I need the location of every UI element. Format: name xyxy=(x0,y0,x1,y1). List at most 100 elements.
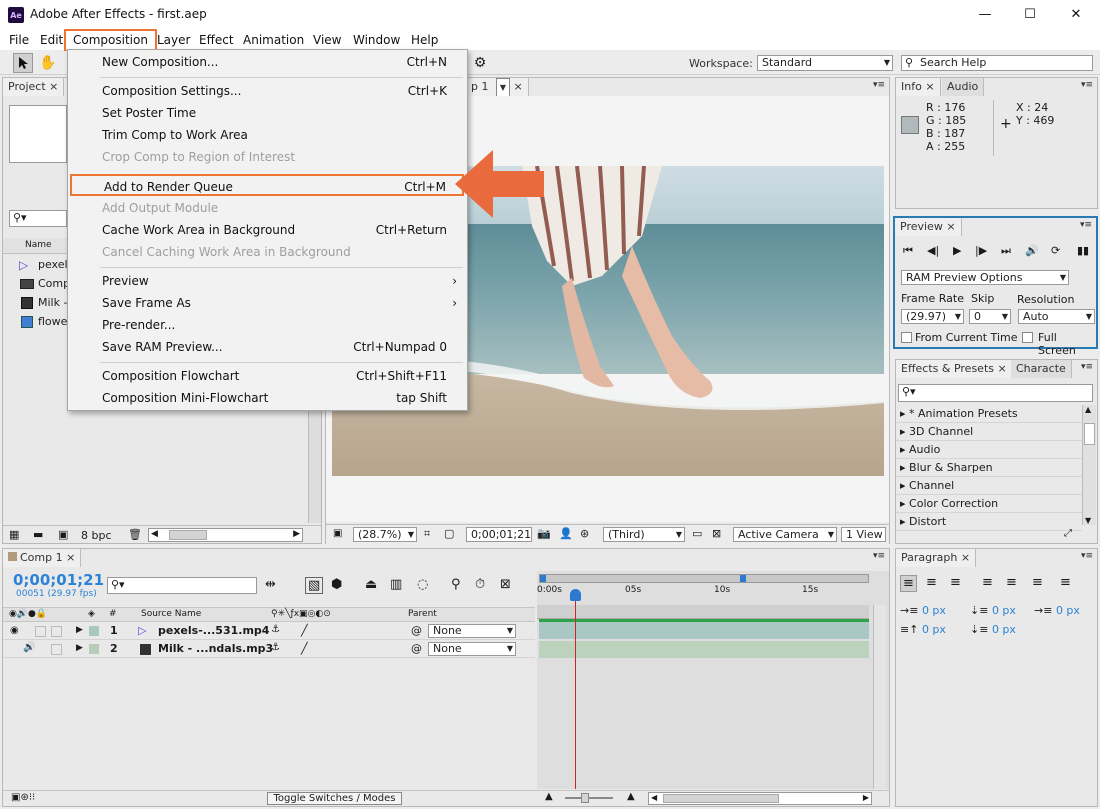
resolution-dropdown[interactable]: (Third) ▼ xyxy=(603,527,685,542)
minimize-button[interactable]: — xyxy=(975,5,995,23)
parent-dropdown[interactable]: None ▼ xyxy=(428,642,516,656)
list-item[interactable]: ▸ Distort xyxy=(896,513,1082,531)
list-item[interactable]: ▸ Channel xyxy=(896,477,1082,495)
menu-item-composition-flowchart[interactable]: Composition Flowchart Ctrl+Shift+F11 xyxy=(68,365,467,387)
maximize-button[interactable]: ☐ xyxy=(1020,5,1040,23)
menu-item-pre-render[interactable]: Pre-render... xyxy=(68,314,467,336)
zoom-dropdown[interactable]: (28.7%) ▼ xyxy=(353,527,417,542)
switch-icon[interactable]: ⚓ xyxy=(271,642,280,653)
effects-vertical-scrollbar[interactable]: ▲ ▼ xyxy=(1082,405,1096,525)
previous-frame-icon[interactable]: ◀| xyxy=(927,244,939,257)
resolution-dropdown[interactable]: Auto ▼ xyxy=(1018,309,1095,324)
folder-icon[interactable]: ▬ xyxy=(33,528,43,541)
live-update-icon[interactable]: ▧ xyxy=(305,577,324,594)
align-left-icon[interactable]: ≡ xyxy=(900,575,917,592)
menu-help[interactable]: Help xyxy=(408,31,441,49)
indent-right[interactable]: →≡ 0 px xyxy=(1034,604,1080,617)
selection-tool-icon[interactable] xyxy=(13,53,33,73)
last-frame-icon[interactable]: ⏭ xyxy=(1001,244,1011,258)
color-channels-icon[interactable]: ⊛ xyxy=(580,527,589,540)
menu-animation[interactable]: Animation xyxy=(240,31,307,49)
auto-keyframe-icon[interactable]: ⏱ xyxy=(475,577,485,592)
timeline-vertical-scrollbar[interactable] xyxy=(873,605,886,789)
panel-menu-icon[interactable]: ▾≡ xyxy=(1081,80,1093,90)
tab-preview[interactable]: Preview × xyxy=(895,218,962,236)
panel-menu-icon[interactable]: ▾≡ xyxy=(1081,551,1093,561)
work-area-bar[interactable] xyxy=(539,574,869,583)
frame-blending-icon[interactable]: ▥ xyxy=(390,577,402,592)
menu-item-save-frame-as[interactable]: Save Frame As › xyxy=(68,292,467,314)
menu-layer[interactable]: Layer xyxy=(154,31,193,49)
layer-bar-video[interactable] xyxy=(539,622,869,639)
list-item[interactable]: ▸ Audio xyxy=(896,441,1082,459)
align-center-icon[interactable]: ≡ xyxy=(926,575,937,590)
hide-shy-layers-icon[interactable]: ⏏ xyxy=(365,577,377,592)
label-color-icon[interactable] xyxy=(89,644,99,654)
list-item[interactable]: Comp xyxy=(19,275,70,293)
list-item[interactable]: ▷ pexels xyxy=(19,256,73,274)
pickwhip-icon[interactable]: @ xyxy=(411,642,422,655)
tab-comp-1[interactable]: Comp 1 × xyxy=(3,549,82,567)
panel-menu-icon[interactable]: ▾≡ xyxy=(873,551,885,561)
transparency-grid-icon[interactable]: ⊠ xyxy=(712,527,721,540)
tab-effects-presets[interactable]: Effects & Presets × xyxy=(896,360,1013,378)
list-item[interactable]: ▸ 3D Channel xyxy=(896,423,1082,441)
layer-switches-icon[interactable]: ▣⊛⁝⁝ xyxy=(11,792,35,803)
new-composition-icon[interactable]: ▣ xyxy=(58,528,68,541)
tab-info[interactable]: Info × xyxy=(896,78,941,96)
ram-preview-icon[interactable]: ▮▮ xyxy=(1077,244,1089,257)
first-frame-icon[interactable]: ⏮ xyxy=(903,244,913,258)
tab-project[interactable]: Project × xyxy=(3,78,65,96)
justify-right-icon[interactable]: ≡ xyxy=(1032,575,1043,590)
brainstorm-icon[interactable]: ⚲ xyxy=(451,577,461,592)
table-row[interactable]: 🔊 ▶ 2 Milk - ...ndals.mp3 ⚓ ╱ @ None ▼ xyxy=(3,641,535,658)
play-icon[interactable]: ▶ xyxy=(953,244,961,257)
menu-item-set-poster-time[interactable]: Set Poster Time xyxy=(68,102,467,124)
menu-item-save-ram-preview[interactable]: Save RAM Preview... Ctrl+Numpad 0 xyxy=(68,336,467,358)
menu-view[interactable]: View xyxy=(310,31,344,49)
parent-dropdown[interactable]: None ▼ xyxy=(428,624,516,638)
tool-icon[interactable]: ⚙ xyxy=(470,53,490,73)
comp-mini-flowchart-icon[interactable]: ⇹ xyxy=(265,577,276,592)
list-item[interactable]: flowe xyxy=(19,313,69,331)
panel-menu-icon[interactable]: ▾≡ xyxy=(1081,362,1093,372)
region-of-interest-icon[interactable]: ▭ xyxy=(692,527,702,540)
layer-bar-audio[interactable] xyxy=(539,641,869,658)
list-item[interactable]: ▸ Color Correction xyxy=(896,495,1082,513)
menu-item-new-composition[interactable]: New Composition... Ctrl+N xyxy=(68,51,467,73)
view-layout-dropdown[interactable]: 1 View xyxy=(841,527,886,542)
quality-icon[interactable]: ╱ xyxy=(301,624,308,637)
frame-rate-dropdown[interactable]: (29.97) ▼ xyxy=(901,309,964,324)
list-item[interactable]: ▸ Blur & Sharpen xyxy=(896,459,1082,477)
panel-menu-icon[interactable]: ▾≡ xyxy=(873,80,885,90)
pickwhip-icon[interactable]: @ xyxy=(411,624,422,637)
zoom-out-icon[interactable]: ▲ xyxy=(545,791,553,802)
switch-icon[interactable]: ⚓ xyxy=(271,624,280,635)
first-line-indent[interactable]: ≡↑ 0 px xyxy=(900,623,946,636)
bpc-label[interactable]: 8 bpc xyxy=(81,529,112,542)
graph-editor-icon[interactable]: ⊠ xyxy=(500,577,511,592)
from-current-time-checkbox[interactable] xyxy=(901,332,912,343)
timeline-timecode[interactable]: 0;00;01;21 xyxy=(13,571,104,589)
camera-dropdown[interactable]: Active Camera ▼ xyxy=(733,527,837,542)
viewer-timecode[interactable]: 0;00;01;21 xyxy=(466,527,532,542)
quality-icon[interactable]: ╱ xyxy=(301,642,308,655)
toggle-mask-icon[interactable]: ▢ xyxy=(444,527,454,540)
timeline-horizontal-scrollbar[interactable]: ◀ ▶ xyxy=(648,792,872,805)
list-item[interactable]: Milk - xyxy=(19,294,69,312)
loop-icon[interactable]: ⟳ xyxy=(1051,244,1060,257)
motion-blur-icon[interactable]: ◌ xyxy=(417,577,428,592)
menu-file[interactable]: File xyxy=(6,31,32,49)
align-right-icon[interactable]: ≡ xyxy=(950,575,961,590)
zoom-in-icon[interactable]: ▲ xyxy=(627,791,635,802)
panel-menu-icon[interactable]: ▾≡ xyxy=(1080,220,1092,230)
menu-item-composition-settings[interactable]: Composition Settings... Ctrl+K xyxy=(68,80,467,102)
expand-triangle-icon[interactable]: ▶ xyxy=(76,625,83,635)
ram-preview-options-dropdown[interactable]: RAM Preview Options ▼ xyxy=(901,270,1069,285)
close-button[interactable]: ✕ xyxy=(1066,5,1086,23)
expand-triangle-icon[interactable]: ▶ xyxy=(76,643,83,653)
menu-item-add-to-render-queue[interactable]: Add to Render Queue Ctrl+M xyxy=(70,174,464,196)
show-snapshot-icon[interactable]: 👤 xyxy=(559,527,573,540)
label-color-icon[interactable] xyxy=(89,626,99,636)
menu-edit[interactable]: Edit xyxy=(37,31,66,49)
